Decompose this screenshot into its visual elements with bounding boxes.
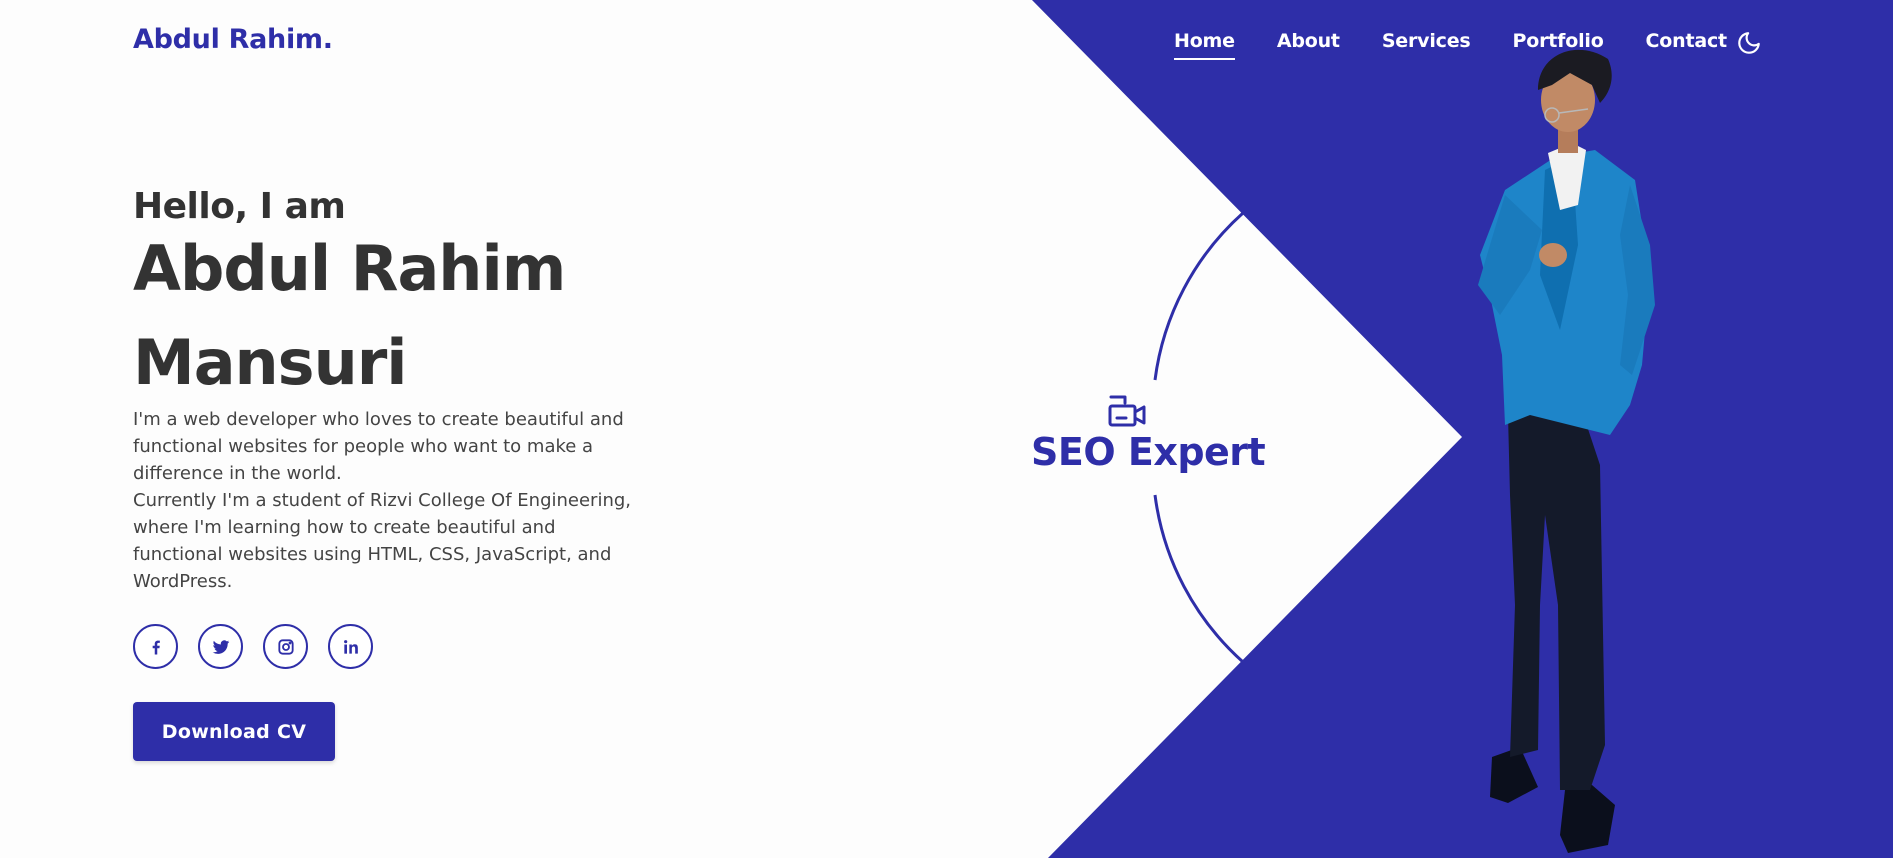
seo-expert-label: SEO Expert bbox=[1031, 430, 1266, 474]
nav-home[interactable]: Home bbox=[1174, 30, 1235, 60]
instagram-icon[interactable] bbox=[263, 624, 308, 669]
nav-services[interactable]: Services bbox=[1382, 30, 1471, 52]
download-cv-button[interactable]: Download CV bbox=[133, 702, 335, 761]
nav-about[interactable]: About bbox=[1277, 30, 1340, 52]
name-line-2: Mansuri bbox=[133, 326, 408, 399]
bio-paragraph-2: Currently I'm a student of Rizvi College… bbox=[133, 490, 632, 592]
moon-icon[interactable] bbox=[1736, 30, 1762, 56]
linkedin-icon[interactable] bbox=[328, 624, 373, 669]
bio-text: I'm a web developer who loves to create … bbox=[133, 406, 633, 595]
site-logo[interactable]: Abdul Rahim. bbox=[133, 24, 333, 55]
facebook-icon[interactable] bbox=[133, 624, 178, 669]
twitter-icon[interactable] bbox=[198, 624, 243, 669]
video-camera-icon bbox=[1107, 394, 1147, 430]
bio-paragraph-1: I'm a web developer who loves to create … bbox=[133, 409, 624, 484]
profile-photo bbox=[1478, 49, 1655, 853]
name-heading: Abdul Rahim Mansuri bbox=[133, 222, 653, 410]
name-line-1: Abdul Rahim bbox=[133, 232, 566, 305]
greeting-heading: Hello, I am bbox=[133, 186, 346, 227]
hero-page: Abdul Rahim. Home About Services Portfol… bbox=[0, 0, 1893, 858]
social-links bbox=[133, 624, 373, 669]
